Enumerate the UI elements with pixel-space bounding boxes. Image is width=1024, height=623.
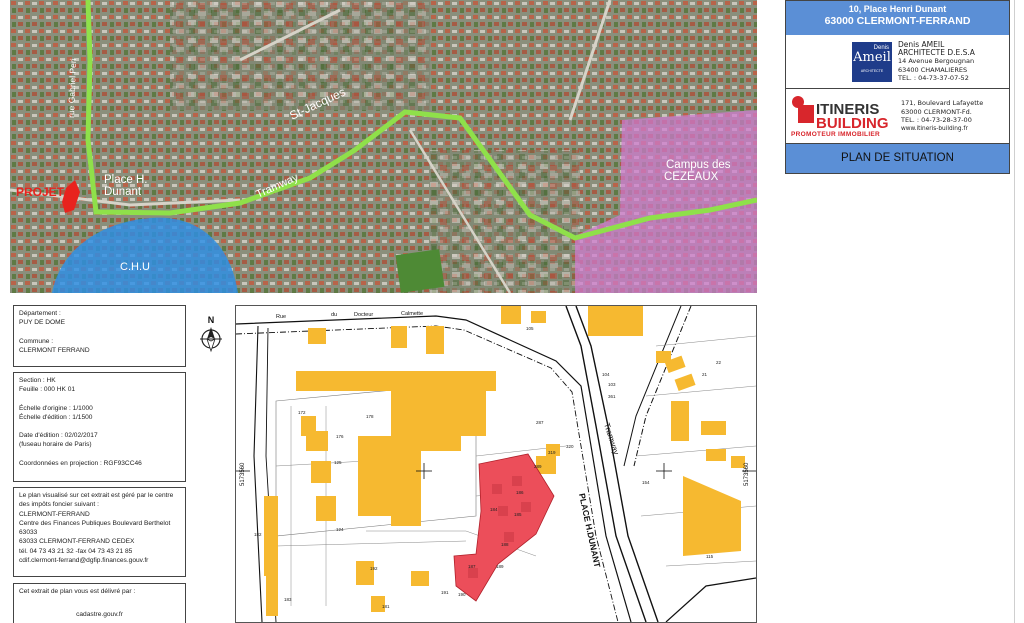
info-text: des impôts foncier suivant :	[19, 501, 99, 509]
svg-text:172: 172	[298, 410, 306, 415]
cadastre-link[interactable]: cadastre.gouv.fr	[19, 610, 180, 619]
svg-text:154: 154	[642, 480, 650, 485]
svg-text:21: 21	[702, 372, 708, 377]
svg-text:183: 183	[284, 597, 292, 602]
svg-text:176: 176	[336, 434, 344, 439]
architect-title: ARCHITECTE D.E.S.A	[898, 48, 975, 58]
info-text: Commune :	[19, 337, 54, 345]
promoter-city: 63000 CLERMONT-Fd.	[901, 107, 972, 116]
info-box-delivery: Cet extrait de plan vous est délivré par…	[13, 583, 186, 623]
info-text: cdif.clermont-ferrand@dgfip.finances.gou…	[19, 557, 149, 565]
street-label: Rue	[276, 314, 286, 320]
cadastre-svg: Rue du Docteur Calmette Tramway PLACE H.…	[236, 306, 756, 622]
info-text: Échelle d'édition : 1/1500	[19, 413, 93, 421]
architect-tel: TEL. : 04-73-37-07-52	[898, 73, 969, 82]
svg-text:320: 320	[566, 444, 574, 449]
svg-text:287: 287	[536, 420, 544, 425]
north-arrow-icon: N	[198, 312, 224, 354]
svg-text:124: 124	[336, 527, 344, 532]
svg-text:103: 103	[608, 382, 616, 387]
promoter-web: www.itineris-building.fr	[901, 125, 968, 132]
plan-title: PLAN DE SITUATION	[786, 144, 1009, 173]
svg-text:104: 104	[602, 372, 610, 377]
architect-text: Denis AMEIL ARCHITECTE D.E.S.A 14 Avenue…	[898, 40, 975, 82]
info-text: Département :	[19, 310, 61, 317]
info-box-commune: Département : PUY DE DOME Commune : CLER…	[13, 305, 186, 367]
info-box-section: Section : HK Feuille : 000 HK 01 Échelle…	[13, 372, 186, 482]
svg-text:190: 190	[458, 592, 466, 597]
architect-street: 14 Avenue Bergougnan	[898, 57, 975, 66]
svg-text:319: 319	[548, 450, 556, 455]
street-label: Calmette	[401, 311, 423, 317]
title-block: 10, Place Henri Dunant 63000 CLERMONT-FE…	[785, 0, 1010, 174]
info-text: Feuille : 000 HK 01	[19, 386, 76, 394]
promoter-tel: TEL. : 04-73-28-37-00	[901, 116, 972, 124]
info-text: tél. 04 73 43 21 32 -fax 04 73 43 21 85	[19, 547, 133, 555]
svg-text:289: 289	[534, 464, 542, 469]
projet-label: PROJET	[16, 185, 65, 199]
promoter-text: 171, Boulevard Lafayette 63000 CLERMONT-…	[901, 99, 983, 133]
architect-logo: Denis Ameil ARCHITECTE	[852, 42, 892, 82]
street-label: du	[331, 312, 337, 318]
svg-text:361: 361	[608, 394, 616, 399]
architect-block: Denis Ameil ARCHITECTE Denis AMEIL ARCHI…	[786, 36, 1009, 89]
info-text: Date d'édition : 02/02/2017	[19, 432, 98, 440]
svg-text:188: 188	[501, 542, 509, 547]
info-text: PUY DE DOME	[19, 319, 66, 327]
svg-text:178: 178	[366, 414, 374, 419]
info-text: Section : HK	[19, 377, 56, 384]
aerial-map: rue Gabriel Peri St-Jacques PROJET Place…	[10, 0, 757, 293]
page-edge	[1014, 0, 1015, 623]
info-box-centre: Le plan visualisé sur cet extrait est gé…	[13, 487, 186, 577]
chu-label: C.H.U	[120, 261, 150, 273]
address-line2: 63000 CLERMONT-FERRAND	[824, 15, 971, 27]
svg-text:186: 186	[516, 490, 524, 495]
architect-city: 63400 CHAMALIERES	[898, 65, 968, 74]
promoter-block: ITINERIS BUILDING PROMOTEUR IMMOBILIER 1…	[786, 89, 1009, 144]
svg-text:189: 189	[496, 564, 504, 569]
info-text: Le plan visualisé sur cet extrait est gé…	[19, 492, 174, 499]
svg-text:192: 192	[370, 566, 378, 571]
info-text: Échelle d'origine : 1/1000	[19, 404, 93, 412]
info-text: 63033	[19, 529, 38, 537]
address-header: 10, Place Henri Dunant 63000 CLERMONT-FE…	[786, 1, 1009, 35]
aerial-map-svg: rue Gabriel Peri St-Jacques PROJET Place…	[10, 0, 757, 293]
svg-text:182: 182	[254, 532, 262, 537]
svg-text:N: N	[208, 315, 215, 325]
svg-text:181: 181	[382, 604, 390, 609]
street-label: Docteur	[354, 312, 373, 318]
svg-text:191: 191	[441, 590, 449, 595]
svg-text:115: 115	[706, 554, 714, 559]
cadastre-plan: Rue du Docteur Calmette Tramway PLACE H.…	[235, 305, 757, 623]
info-text: 63033 CLERMONT-FERRAND CEDEX	[19, 538, 135, 546]
svg-text:125: 125	[334, 460, 342, 465]
info-text: Coordonnées en projection : RGF93CC46	[19, 459, 142, 467]
info-text: Centre des Finances Publiques Boulevard …	[19, 519, 171, 527]
street-label-top: rue Gabriel Peri	[66, 58, 78, 118]
info-text: (fuseau horaire de Paris)	[19, 441, 92, 449]
svg-text:184: 184	[490, 507, 498, 512]
address-line1: 10, Place Henri Dunant	[848, 4, 947, 14]
promoter-street: 171, Boulevard Lafayette	[901, 99, 984, 107]
svg-text:187: 187	[468, 564, 476, 569]
info-text: CLERMONT FERRAND	[19, 346, 90, 354]
coord-right: 5173560	[744, 462, 750, 486]
info-text: CLERMONT-FERRAND	[19, 510, 90, 518]
svg-text:105: 105	[526, 326, 534, 331]
coord-left: 5173560	[240, 462, 246, 486]
info-text: Cet extrait de plan vous est délivré par…	[19, 588, 136, 595]
place-label: Place H. Dunant	[104, 174, 147, 198]
promoter-logo: ITINERIS BUILDING PROMOTEUR IMMOBILIER	[790, 94, 896, 140]
svg-text:185: 185	[514, 512, 522, 517]
svg-text:22: 22	[716, 360, 722, 365]
